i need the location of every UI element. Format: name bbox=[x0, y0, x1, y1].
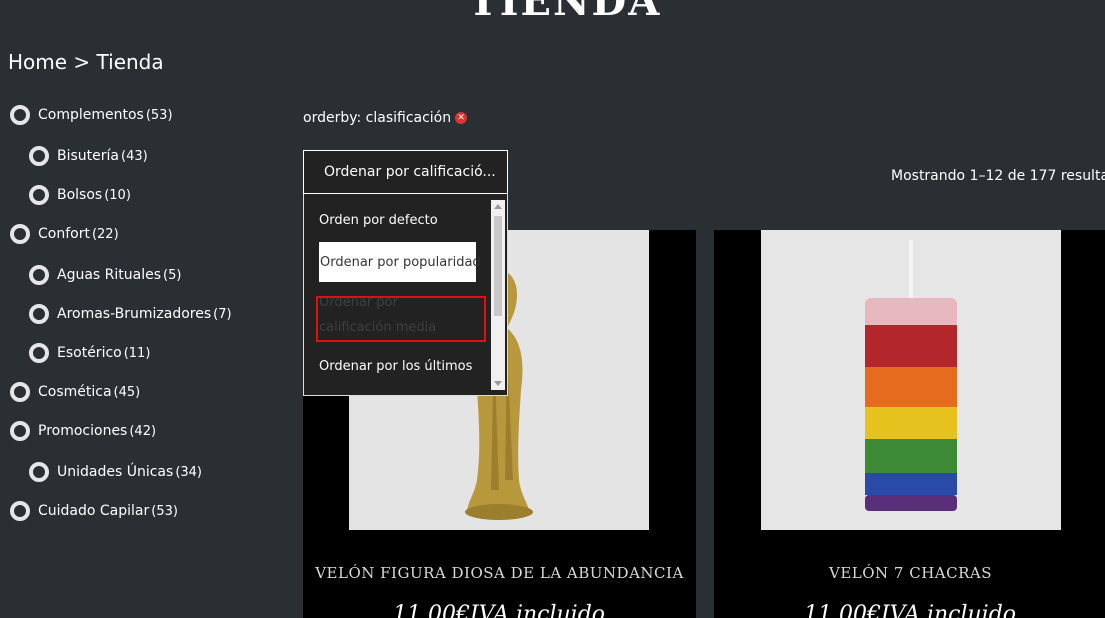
breadcrumb-separator: > bbox=[73, 50, 91, 74]
highlight-box bbox=[316, 296, 486, 342]
category-count: (45) bbox=[113, 384, 141, 400]
category-label: Complementos bbox=[38, 107, 144, 123]
category-count: (10) bbox=[104, 187, 131, 203]
product-title[interactable]: VELÓN 7 CHACRAS bbox=[714, 563, 1105, 583]
category-bisuteria[interactable]: Bisutería (43) bbox=[29, 146, 148, 166]
radio-icon[interactable] bbox=[29, 343, 49, 363]
radio-icon[interactable] bbox=[29, 462, 49, 482]
breadcrumb-home[interactable]: Home bbox=[8, 50, 67, 74]
category-count: (43) bbox=[121, 148, 148, 164]
category-label: Cuidado Capilar bbox=[38, 503, 150, 519]
category-cosmetica[interactable]: Cosmética (45) bbox=[10, 382, 140, 402]
category-label: Unidades Únicas bbox=[57, 464, 174, 480]
breadcrumb: Home > Tienda bbox=[8, 50, 164, 74]
category-bolsos[interactable]: Bolsos (10) bbox=[29, 185, 131, 205]
scroll-up-icon[interactable] bbox=[494, 204, 502, 209]
radio-icon[interactable] bbox=[29, 185, 49, 205]
radio-icon[interactable] bbox=[10, 382, 30, 402]
category-esoterico[interactable]: Esotérico (11) bbox=[29, 343, 150, 363]
page-title: TIENDA bbox=[468, 0, 662, 25]
category-label: Bisutería bbox=[57, 148, 119, 164]
radio-icon[interactable] bbox=[10, 224, 30, 244]
category-count: (7) bbox=[213, 306, 232, 322]
sort-dropdown-list: Orden por defecto Ordenar por popularida… bbox=[303, 194, 508, 396]
category-count: (53) bbox=[145, 107, 173, 123]
category-unidades-unicas[interactable]: Unidades Únicas (34) bbox=[29, 462, 202, 482]
category-count: (22) bbox=[91, 226, 119, 242]
category-cuidado-capilar[interactable]: Cuidado Capilar (53) bbox=[10, 501, 178, 521]
sort-option-default[interactable]: Orden por defecto bbox=[319, 213, 438, 228]
product-price: 11,00€IVA incluido bbox=[393, 602, 606, 618]
active-filter-label: orderby: clasificación bbox=[303, 110, 452, 126]
product-image[interactable] bbox=[761, 230, 1061, 530]
radio-icon[interactable] bbox=[10, 421, 30, 441]
category-aromas-brumizadores[interactable]: Aromas-Brumizadores (7) bbox=[29, 304, 232, 324]
category-label: Bolsos bbox=[57, 187, 103, 203]
sort-selected-value: Ordenar por calificació... bbox=[324, 164, 496, 180]
dropdown-scrollbar[interactable] bbox=[491, 200, 505, 390]
category-label: Aguas Rituales bbox=[57, 267, 162, 283]
category-confort[interactable]: Confort (22) bbox=[10, 224, 119, 244]
category-count: (34) bbox=[175, 464, 202, 480]
radio-icon[interactable] bbox=[10, 105, 30, 125]
scroll-down-icon[interactable] bbox=[494, 381, 502, 386]
radio-icon[interactable] bbox=[10, 501, 30, 521]
radio-icon[interactable] bbox=[29, 146, 49, 166]
category-count: (11) bbox=[123, 345, 151, 361]
active-filter: orderby: clasificación ✕ bbox=[303, 110, 468, 126]
category-count: (42) bbox=[129, 423, 157, 439]
product-title[interactable]: VELÓN FIGURA DIOSA DE LA ABUNDANCIA bbox=[303, 563, 696, 583]
category-aguas-rituales[interactable]: Aguas Rituales (5) bbox=[29, 265, 181, 285]
sort-option-popularity[interactable]: Ordenar por popularidad bbox=[319, 242, 481, 282]
category-label: Promociones bbox=[38, 423, 128, 439]
category-complementos[interactable]: Complementos (53) bbox=[10, 105, 173, 125]
product-card[interactable]: VELÓN 7 CHACRAS 11,00€IVA incluido bbox=[714, 230, 1105, 618]
category-label: Confort bbox=[38, 226, 90, 242]
radio-icon[interactable] bbox=[29, 304, 49, 324]
category-label: Cosmética bbox=[38, 384, 112, 400]
radio-icon[interactable] bbox=[29, 265, 49, 285]
product-price: 11,00€IVA incluido bbox=[804, 602, 1017, 618]
result-count: Mostrando 1–12 de 177 resultados bbox=[891, 168, 1105, 184]
sort-option-latest[interactable]: Ordenar por los últimos bbox=[319, 359, 472, 374]
category-promociones[interactable]: Promociones (42) bbox=[10, 421, 156, 441]
sort-select[interactable]: Ordenar por calificació... bbox=[303, 150, 508, 194]
category-count: (53) bbox=[151, 503, 178, 519]
category-count: (5) bbox=[163, 267, 182, 283]
scroll-thumb[interactable] bbox=[494, 216, 502, 316]
remove-filter-icon[interactable]: ✕ bbox=[455, 112, 468, 124]
category-label: Esotérico bbox=[57, 345, 122, 361]
breadcrumb-current: Tienda bbox=[96, 50, 164, 74]
category-label: Aromas-Brumizadores bbox=[57, 306, 212, 322]
